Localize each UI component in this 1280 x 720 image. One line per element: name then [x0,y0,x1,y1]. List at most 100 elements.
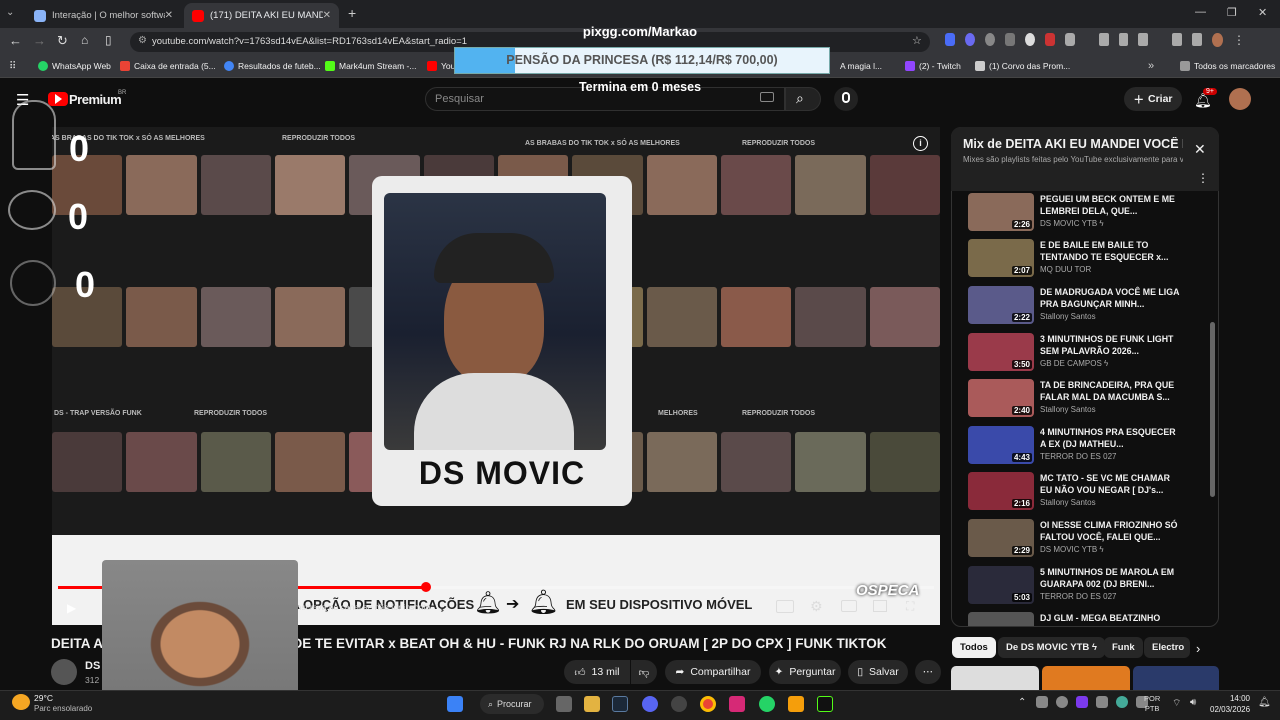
playlist-menu-icon[interactable]: ⋮ [1197,171,1209,185]
close-tab-icon[interactable]: ✕ [323,10,331,21]
maximize-icon[interactable]: ❐ [1227,6,1237,19]
playlist-item[interactable]: 2:22 DE MADRUGADA VOCÊ ME LIGA PRA BAGUN… [968,286,1208,331]
channel-photo [384,193,606,450]
tray-icon[interactable] [1056,696,1068,708]
settings-gear-icon[interactable]: ⚙ [810,598,823,615]
bookmark-magia[interactable]: A magia l... [840,61,882,71]
info-icon[interactable]: i [913,136,928,151]
channel-avatar[interactable] [51,659,77,685]
tray-icon[interactable] [1096,696,1108,708]
tray-overflow-icon[interactable]: ⌃ [1018,697,1026,708]
playlist-item[interactable]: 2:29 OI NESSE CLIMA FRIOZINHO SÓ FALTOU … [968,519,1208,564]
playlist-item[interactable]: DJ GLM - MEGA BEATZINHO [968,612,1208,626]
network-icon[interactable]: ⌔ [1172,697,1181,710]
save-button[interactable]: ▯ Salvar [848,660,908,684]
task-view-icon[interactable] [556,696,572,712]
minimize-icon[interactable]: — [1195,6,1206,18]
more-bookmarks-icon[interactable]: » [1148,60,1154,72]
close-playlist-icon[interactable]: ✕ [1194,141,1206,158]
app-icon[interactable] [788,696,804,712]
youtube-favicon-icon [192,9,204,22]
dislike-button[interactable]: 👎︎ [631,660,657,684]
weather-icon[interactable] [12,694,30,710]
donation-link: pixgg.com/Markao [582,24,698,39]
playlist-item[interactable]: 3:50 3 MINUTINHOS DE FUNK LIGHT SEM PALA… [968,333,1208,378]
recommended-thumbnail[interactable] [951,666,1039,690]
playlist-item-channel: GB DE CAMPOS ϟ [1040,359,1109,368]
playlist-item-title: DE MADRUGADA VOCÊ ME LIGA PRA BAGUNÇAR M… [1040,287,1180,309]
chip-channel[interactable]: De DS MOVIC YTB ϟ [998,637,1105,658]
bookmark-futebol[interactable]: Resultados de futeb... [224,61,321,71]
shelf-label: MELHORES [658,410,698,417]
like-button[interactable]: 👍︎ 13 mil [564,660,630,684]
playlist-item[interactable]: 2:16 MC TATO - SE VC ME CHAMAR EU NÃO VO… [968,472,1208,517]
shelf-label: REPRODUZIR TODOS [194,410,267,417]
share-icon: ➦ [675,666,685,678]
new-tab-icon[interactable]: + [348,5,356,21]
play-icon[interactable]: ▶ [67,601,76,615]
all-bookmarks[interactable]: Todos os marcadores [1180,61,1275,71]
progress-scrubber[interactable] [420,582,431,592]
notification-center-icon[interactable]: 🔔︎ [1258,697,1271,708]
volume-icon[interactable]: 🔊︎ [1190,697,1196,708]
recommended-thumbnail[interactable] [1133,666,1219,690]
discord-icon[interactable] [642,696,658,712]
subtitles-icon[interactable] [776,600,794,613]
video-thumbnail: 2:26 [968,193,1034,231]
corner-watermark: OSPECA [856,582,920,599]
bookmark-mark4um[interactable]: Mark4um Stream -... [325,61,416,71]
input-language[interactable]: POR PTB [1144,694,1160,714]
apps-icon[interactable]: ⠿ [9,61,16,72]
chips-next-icon[interactable]: › [1196,641,1200,656]
miniplayer-icon[interactable] [841,600,857,612]
close-window-icon[interactable]: ✕ [1258,6,1267,19]
thumbs-down-icon: 👎︎ [638,666,650,679]
chrome-icon[interactable] [700,696,716,712]
instagram-icon[interactable] [729,696,745,712]
more-actions-button[interactable]: ⋯ [915,660,941,684]
tray-icon[interactable] [1036,696,1048,708]
system-tray [1036,696,1156,710]
whatsapp-icon[interactable] [759,696,775,712]
chip-funk[interactable]: Funk [1104,637,1143,658]
bookmark-gmail[interactable]: Caixa de entrada (5... [120,61,216,71]
chip-all[interactable]: Todos [952,637,996,658]
chip-electro[interactable]: Electro [1144,637,1190,658]
video-thumbnail: 2:16 [968,472,1034,510]
bookmark-whatsapp[interactable]: WhatsApp Web [38,61,111,71]
donation-goal-text: PENSÃO DA PRINCESA (R$ 112,14/R$ 700,00) [506,53,778,67]
playlist-item-title: 4 MINUTINHOS PRA ESQUECER A EX (DJ MATHE… [1040,427,1176,449]
ask-button[interactable]: ✦ Perguntar [769,660,841,684]
playlist-item[interactable]: 4:43 4 MINUTINHOS PRA ESQUECER A EX (DJ … [968,426,1208,471]
bookmark-twitch[interactable]: (2) - Twitch [905,61,961,71]
tab-list-icon[interactable]: ⌄ [6,7,14,18]
playlist-item-title: 3 MINUTINHOS DE FUNK LIGHT SEM PALAVRÃO … [1040,334,1174,356]
playlist-scrollbar[interactable] [1210,322,1215,497]
fullscreen-icon[interactable]: ⛶ [906,599,914,614]
theater-icon[interactable] [873,600,887,612]
kick-icon[interactable] [817,696,833,712]
taskbar-search[interactable]: ⌕ Procurar [480,694,544,714]
bookmark-corvo[interactable]: (1) Corvo das Prom... [975,61,1070,71]
steam-icon[interactable] [612,696,628,712]
file-explorer-icon[interactable] [584,696,600,712]
windows-start-icon[interactable] [447,696,463,712]
shelf-label: REPRODUZIR TODOS [742,140,815,147]
arrow-icon: ➔ [506,596,520,613]
recommended-thumbnail[interactable] [1042,666,1130,690]
video-thumbnail: 4:43 [968,426,1034,464]
playlist-item[interactable]: 2:26 PEGUEI UM BECK ONTEM E ME LEMBREI D… [968,193,1208,238]
share-button[interactable]: ➦ Compartilhar [665,660,761,684]
shelf-label: DS - TRAP VERSÃO FUNK [54,410,142,417]
bookmark-youtube[interactable]: You [427,61,455,71]
playlist-item-channel: MQ DUU TOR [1040,265,1092,274]
playlist-item[interactable]: 2:07 E DE BAILE EM BAILE TO TENTANDO TE … [968,239,1208,284]
playlist-item[interactable]: 5:03 5 MINUTINHOS DE MAROLA EM GUARAPA 0… [968,566,1208,611]
obs-icon[interactable] [671,696,687,712]
youtube-premium-label: Premium [69,92,122,107]
tray-icon[interactable] [1116,696,1128,708]
clock[interactable]: 14:00 02/03/2026 [1210,693,1250,715]
playlist-item[interactable]: 2:40 TA DE BRINCADEIRA, PRA QUE FALAR MA… [968,379,1208,424]
tray-icon[interactable] [1076,696,1088,708]
close-tab-icon[interactable]: ✕ [165,10,173,21]
